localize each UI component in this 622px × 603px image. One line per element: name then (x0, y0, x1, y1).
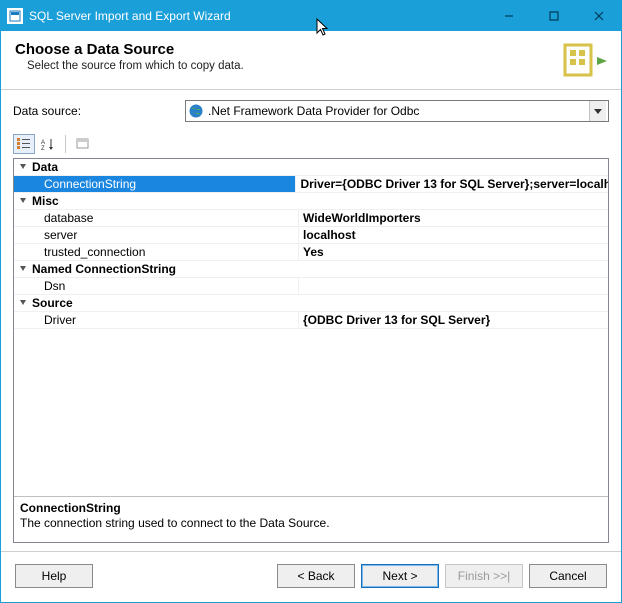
help-button[interactable]: Help (15, 564, 93, 588)
globe-icon (188, 103, 204, 119)
data-source-select[interactable]: .Net Framework Data Provider for Odbc (185, 100, 609, 122)
property-name: database (14, 210, 299, 226)
property-name: Driver (14, 312, 299, 328)
page-heading: Choose a Data Source (15, 41, 551, 58)
header-pane: Choose a Data Source Select the source f… (1, 31, 621, 90)
wizard-logo (559, 41, 607, 81)
footer: Help < Back Next > Finish >>| Cancel (1, 551, 621, 602)
data-source-selected: .Net Framework Data Provider for Odbc (208, 104, 589, 118)
property-category-label: Data (30, 160, 58, 174)
property-row[interactable]: Driver{ODBC Driver 13 for SQL Server} (14, 312, 608, 329)
chevron-down-icon[interactable] (16, 197, 30, 205)
property-category-label: Misc (30, 194, 59, 208)
property-pages-button[interactable] (72, 134, 94, 154)
property-category[interactable]: Data (14, 159, 608, 176)
property-grid-rows[interactable]: Data ConnectionStringDriver={ODBC Driver … (14, 159, 608, 496)
property-description-text: The connection string used to connect to… (20, 516, 602, 530)
property-row[interactable]: trusted_connectionYes (14, 244, 608, 261)
chevron-down-icon[interactable] (16, 163, 30, 171)
app-icon (7, 8, 23, 24)
chevron-down-icon[interactable] (16, 299, 30, 307)
property-row[interactable]: serverlocalhost (14, 227, 608, 244)
svg-text:Z: Z (41, 146, 45, 150)
data-source-label: Data source: (13, 104, 185, 118)
cancel-button[interactable]: Cancel (529, 564, 607, 588)
next-button[interactable]: Next > (361, 564, 439, 588)
chevron-down-icon[interactable] (589, 101, 606, 121)
chevron-down-icon[interactable] (16, 265, 30, 273)
property-category-label: Named ConnectionString (30, 262, 176, 276)
property-category[interactable]: Named ConnectionString (14, 261, 608, 278)
close-button[interactable] (576, 1, 621, 31)
property-name: ConnectionString (14, 176, 296, 192)
property-value[interactable]: {ODBC Driver 13 for SQL Server} (299, 312, 608, 328)
categorized-view-button[interactable] (13, 134, 35, 154)
property-row[interactable]: Dsn (14, 278, 608, 295)
property-value[interactable]: Yes (299, 244, 608, 260)
maximize-button[interactable] (531, 1, 576, 31)
body: Data source: .Net Framework Data Provide… (1, 90, 621, 551)
property-value[interactable]: localhost (299, 227, 608, 243)
page-subtitle: Select the source from which to copy dat… (27, 60, 551, 72)
property-category[interactable]: Source (14, 295, 608, 312)
property-description-pane: ConnectionString The connection string u… (14, 496, 608, 542)
property-value[interactable]: WideWorldImporters (299, 210, 608, 226)
property-name: Dsn (14, 278, 299, 294)
property-grid: DataConnectionStringDriver={ODBC Driver … (13, 158, 609, 543)
toolbar-separator (65, 135, 66, 153)
property-name: trusted_connection (14, 244, 299, 260)
wizard-window: SQL Server Import and Export Wizard Choo… (0, 0, 622, 603)
alphabetical-view-button[interactable]: A Z (37, 134, 59, 154)
back-button[interactable]: < Back (277, 564, 355, 588)
property-value[interactable]: Driver={ODBC Driver 13 for SQL Server};s… (296, 176, 608, 192)
property-description-title: ConnectionString (20, 501, 602, 515)
minimize-button[interactable] (486, 1, 531, 31)
window-title: SQL Server Import and Export Wizard (29, 9, 231, 23)
property-row[interactable]: databaseWideWorldImporters (14, 210, 608, 227)
finish-button: Finish >>| (445, 564, 523, 588)
property-category[interactable]: Misc (14, 193, 608, 210)
property-name: server (14, 227, 299, 243)
property-grid-toolbar: A Z (13, 134, 609, 154)
property-value[interactable] (299, 278, 608, 294)
property-category-label: Source (30, 296, 73, 310)
property-row[interactable]: ConnectionStringDriver={ODBC Driver 13 f… (14, 176, 608, 193)
data-source-row: Data source: .Net Framework Data Provide… (13, 100, 609, 122)
title-bar: SQL Server Import and Export Wizard (1, 1, 621, 31)
